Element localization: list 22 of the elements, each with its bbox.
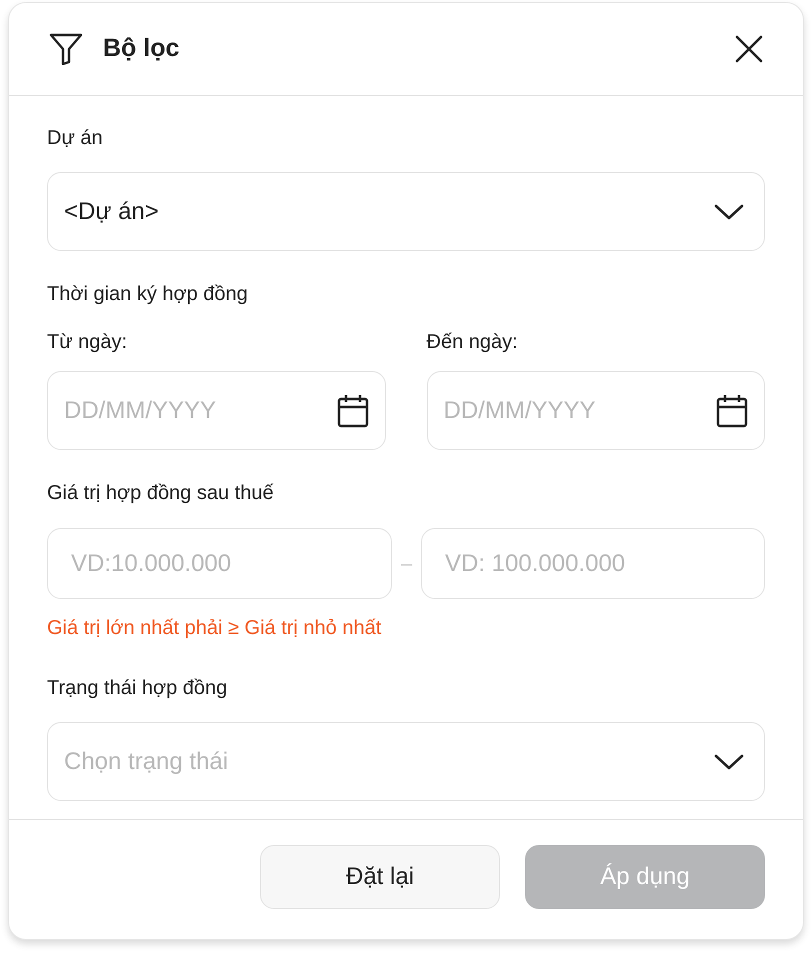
range-separator: – bbox=[400, 552, 414, 576]
close-icon[interactable] bbox=[735, 35, 763, 63]
filter-icon bbox=[49, 33, 83, 65]
calendar-icon bbox=[716, 394, 748, 428]
calendar-icon bbox=[336, 394, 368, 428]
reset-button[interactable]: Đặt lại bbox=[260, 845, 500, 909]
date-field[interactable]: DD/MM/YYYY bbox=[47, 371, 386, 450]
field-label: Trạng thái hợp đồng bbox=[47, 677, 228, 699]
min-value-field[interactable]: VD:10.000.000 bbox=[47, 528, 392, 599]
field-label: Giá trị hợp đồng sau thuế bbox=[47, 482, 274, 504]
error-message: Giá trị lớn nhất phải ≥ Giá trị nhỏ nhất bbox=[47, 616, 382, 641]
project-select[interactable]: <Dự án> bbox=[47, 172, 765, 251]
date-label: Từ ngày: bbox=[47, 331, 128, 353]
chevron-down-icon bbox=[714, 754, 744, 770]
field-label: Dự án bbox=[47, 127, 103, 149]
dialog-title: Bộ lọc bbox=[103, 33, 180, 64]
date-label: Đến ngày: bbox=[426, 331, 518, 353]
chevron-down-icon bbox=[714, 204, 744, 220]
date-field[interactable]: DD/MM/YYYY bbox=[426, 371, 765, 450]
max-value-field[interactable]: VD: 100.000.000 bbox=[421, 528, 765, 599]
field-label: Thời gian ký hợp đồng bbox=[47, 283, 248, 305]
status-select[interactable]: Chọn trạng thái bbox=[47, 722, 765, 801]
